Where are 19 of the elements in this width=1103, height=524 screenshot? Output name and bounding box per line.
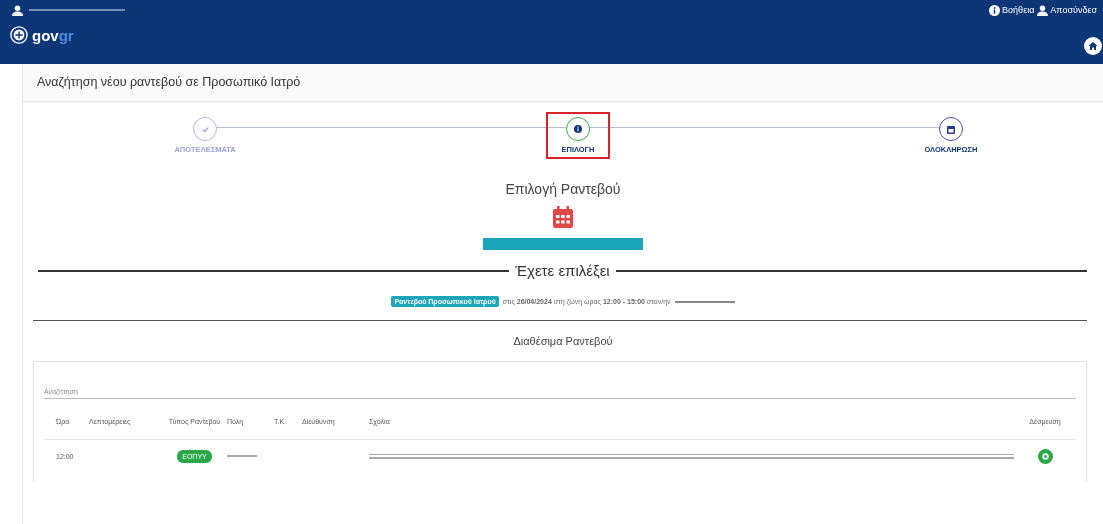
info-icon xyxy=(989,4,1001,16)
user-icon xyxy=(12,4,23,16)
help-link[interactable]: Βοήθεια xyxy=(989,4,1035,16)
redacted-doctor-name xyxy=(674,300,735,303)
check-icon xyxy=(200,124,210,134)
info-icon xyxy=(574,125,582,133)
section-title: Επιλογή Ραντεβού xyxy=(504,181,622,197)
section-heading: Έχετε επιλέξει xyxy=(515,262,610,279)
reserve-button[interactable] xyxy=(1037,448,1053,464)
home-button[interactable] xyxy=(1084,37,1102,55)
section-title: Διαθέσιμα Ραντεβού xyxy=(512,335,614,347)
govgr-logo[interactable]: govgr xyxy=(0,20,1103,50)
emblem-icon xyxy=(10,26,28,44)
calendar-icon xyxy=(947,124,955,134)
home-icon xyxy=(1088,41,1098,51)
user-icon xyxy=(1037,4,1049,16)
logout-link[interactable]: Αποσύνδεσ xyxy=(1037,4,1097,16)
calendar-icon xyxy=(553,206,573,228)
page-title: Αναζήτηση νέου ραντεβού σε Προσωπικό Ιατρό xyxy=(23,64,1103,102)
